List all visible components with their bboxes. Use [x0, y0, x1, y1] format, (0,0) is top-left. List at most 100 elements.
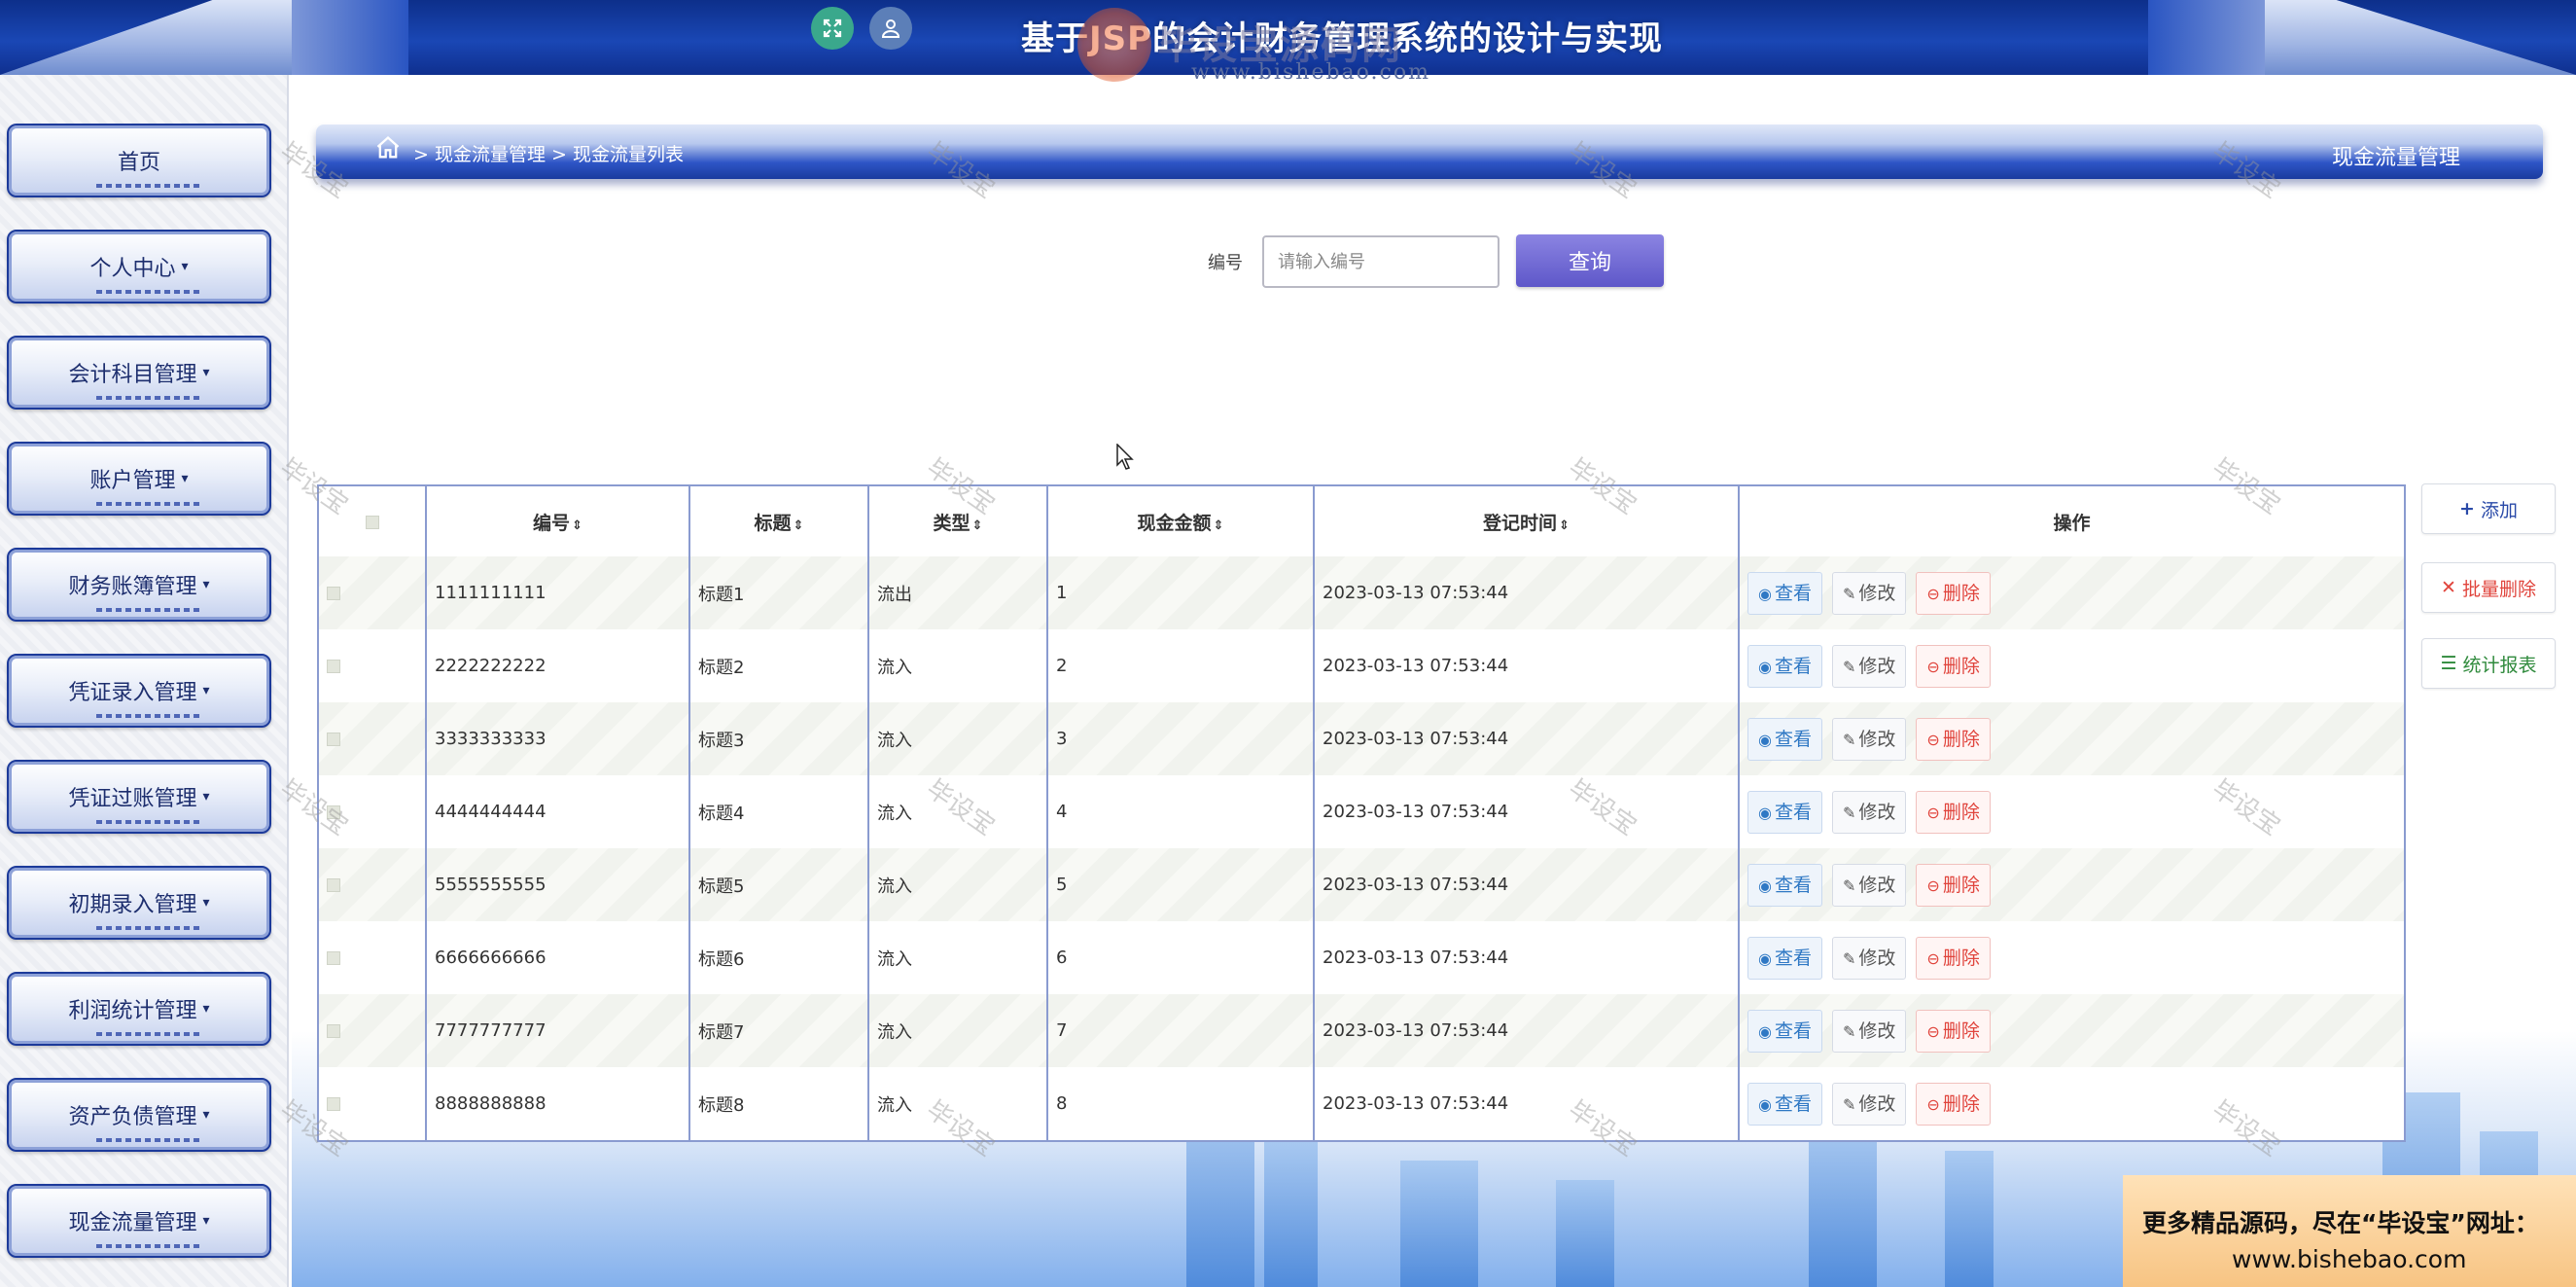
- cell-title: 标题3: [688, 702, 868, 775]
- cell-type: 流入: [867, 702, 1047, 775]
- action-label: 删除: [1942, 728, 1980, 750]
- row-select[interactable]: [319, 848, 426, 921]
- edit-button[interactable]: ✎ 修改: [1831, 1082, 1907, 1126]
- sidebar-item-voucher-entry[interactable]: 凭证录入管理 ▾: [7, 654, 271, 728]
- promo-banner[interactable]: 更多精品源码，尽在“毕设宝”网址： www.bishebao.com: [2123, 1175, 2576, 1287]
- edit-button[interactable]: ✎ 修改: [1831, 644, 1907, 688]
- cell-id: 3333333333: [425, 702, 689, 775]
- view-button[interactable]: ◉ 查看: [1747, 936, 1822, 980]
- pencil-icon: ✎: [1842, 1021, 1856, 1041]
- row-select[interactable]: [319, 556, 426, 629]
- table-row: 5555555555 标题5 流入 5 2023-03-13 07:53:44 ◉ 查看 ✎ 修…: [319, 848, 2404, 921]
- view-button[interactable]: ◉ 查看: [1747, 644, 1822, 688]
- sidebar-item-ledgers[interactable]: 财务账簿管理 ▾: [7, 548, 271, 622]
- batch-delete-label: 批量删除: [2461, 578, 2536, 600]
- edit-button[interactable]: ✎ 修改: [1831, 790, 1907, 834]
- fullscreen-button[interactable]: [811, 7, 854, 50]
- header-select-all[interactable]: [319, 486, 426, 556]
- view-button[interactable]: ◉ 查看: [1747, 790, 1822, 834]
- checkbox[interactable]: [327, 733, 340, 746]
- sidebar-item-initial-entry[interactable]: 初期录入管理 ▾: [7, 866, 271, 940]
- sidebar-item-voucher-posting[interactable]: 凭证过账管理 ▾: [7, 760, 271, 834]
- checkbox[interactable]: [327, 805, 340, 819]
- cell-id: 8888888888: [425, 1067, 689, 1140]
- cell-amount: 1: [1046, 556, 1314, 629]
- sidebar-item-profile[interactable]: 个人中心 ▾: [7, 230, 271, 304]
- row-select[interactable]: [319, 775, 426, 848]
- caret-down-icon: ▾: [202, 365, 210, 380]
- checkbox[interactable]: [365, 515, 379, 529]
- edit-button[interactable]: ✎ 修改: [1831, 571, 1907, 615]
- row-select[interactable]: [319, 702, 426, 775]
- delete-button[interactable]: ⊖ 删除: [1916, 863, 1991, 907]
- search-button[interactable]: 查询: [1516, 234, 1664, 287]
- eye-icon: ◉: [1758, 584, 1772, 603]
- edit-button[interactable]: ✎ 修改: [1831, 863, 1907, 907]
- view-button[interactable]: ◉ 查看: [1747, 571, 1822, 615]
- row-select[interactable]: [319, 994, 426, 1067]
- cell-title: 标题8: [688, 1067, 868, 1140]
- header-title[interactable]: 标题 ⇕: [688, 486, 868, 556]
- edit-button[interactable]: ✎ 修改: [1831, 936, 1907, 980]
- sidebar-item-label: 现金流量管理: [68, 1211, 197, 1235]
- search-input[interactable]: [1262, 235, 1500, 288]
- sort-icon: ⇕: [1559, 518, 1570, 533]
- delete-button[interactable]: ⊖ 删除: [1916, 717, 1991, 761]
- stats-report-button[interactable]: ☰ 统计报表: [2421, 638, 2556, 689]
- header-id[interactable]: 编号 ⇕: [425, 486, 689, 556]
- view-button[interactable]: ◉ 查看: [1747, 863, 1822, 907]
- checkbox[interactable]: [327, 1024, 340, 1038]
- pencil-icon: ✎: [1842, 803, 1856, 822]
- breadcrumb-path[interactable]: > 现金流量管理 > 现金流量列表: [413, 140, 684, 166]
- header-left-band: [292, 0, 408, 75]
- header-amount[interactable]: 现金金额 ⇕: [1046, 486, 1314, 556]
- cell-title: 标题2: [688, 629, 868, 702]
- header-label: 类型: [933, 512, 970, 534]
- user-button[interactable]: [869, 7, 912, 50]
- row-select[interactable]: [319, 629, 426, 702]
- view-button[interactable]: ◉ 查看: [1747, 1009, 1822, 1053]
- sidebar-item-label: 会计科目管理: [68, 363, 197, 387]
- sidebar-item-cash-flow[interactable]: 现金流量管理 ▾: [7, 1184, 271, 1258]
- sidebar-item-balance-sheet[interactable]: 资产负债管理 ▾: [7, 1078, 271, 1152]
- add-button[interactable]: + 添加: [2421, 483, 2556, 534]
- header-type[interactable]: 类型 ⇕: [867, 486, 1047, 556]
- cell-actions: ◉ 查看 ✎ 修改 ⊖ 删除: [1738, 702, 2404, 775]
- row-select[interactable]: [319, 1067, 426, 1140]
- sidebar-item-home[interactable]: 首页: [7, 124, 271, 197]
- stats-label: 统计报表: [2462, 654, 2537, 676]
- checkbox[interactable]: [327, 660, 340, 673]
- sidebar-item-profit-stats[interactable]: 利润统计管理 ▾: [7, 972, 271, 1046]
- cell-actions: ◉ 查看 ✎ 修改 ⊖ 删除: [1738, 556, 2404, 629]
- edit-button[interactable]: ✎ 修改: [1831, 1009, 1907, 1053]
- plus-icon: +: [2459, 498, 2475, 519]
- row-select[interactable]: [319, 921, 426, 994]
- batch-delete-button[interactable]: ✕ 批量删除: [2421, 562, 2556, 613]
- delete-button[interactable]: ⊖ 删除: [1916, 644, 1991, 688]
- delete-button[interactable]: ⊖ 删除: [1916, 790, 1991, 834]
- action-label: 删除: [1942, 1019, 1980, 1042]
- checkbox[interactable]: [327, 951, 340, 965]
- cell-type: 流入: [867, 629, 1047, 702]
- delete-button[interactable]: ⊖ 删除: [1916, 1009, 1991, 1053]
- checkbox[interactable]: [327, 587, 340, 600]
- home-icon[interactable]: [374, 134, 402, 161]
- sidebar-item-accounting-subjects[interactable]: 会计科目管理 ▾: [7, 336, 271, 410]
- edit-button[interactable]: ✎ 修改: [1831, 717, 1907, 761]
- promo-line2: www.bishebao.com: [2232, 1245, 2467, 1273]
- cell-time: 2023-03-13 07:53:44: [1313, 1067, 1739, 1140]
- delete-button[interactable]: ⊖ 删除: [1916, 1082, 1991, 1126]
- checkbox[interactable]: [327, 878, 340, 892]
- item-dots: [96, 714, 203, 718]
- minus-circle-icon: ⊖: [1926, 948, 1940, 968]
- table-row: 7777777777 标题7 流入 7 2023-03-13 07:53:44 ◉ 查看 ✎ 修…: [319, 994, 2404, 1067]
- checkbox[interactable]: [327, 1097, 340, 1111]
- header-time[interactable]: 登记时间 ⇕: [1313, 486, 1739, 556]
- sidebar-item-accounts[interactable]: 账户管理 ▾: [7, 442, 271, 516]
- action-label: 删除: [1942, 801, 1980, 823]
- delete-button[interactable]: ⊖ 删除: [1916, 936, 1991, 980]
- delete-button[interactable]: ⊖ 删除: [1916, 571, 1991, 615]
- view-button[interactable]: ◉ 查看: [1747, 717, 1822, 761]
- view-button[interactable]: ◉ 查看: [1747, 1082, 1822, 1126]
- minus-circle-icon: ⊖: [1926, 584, 1940, 603]
